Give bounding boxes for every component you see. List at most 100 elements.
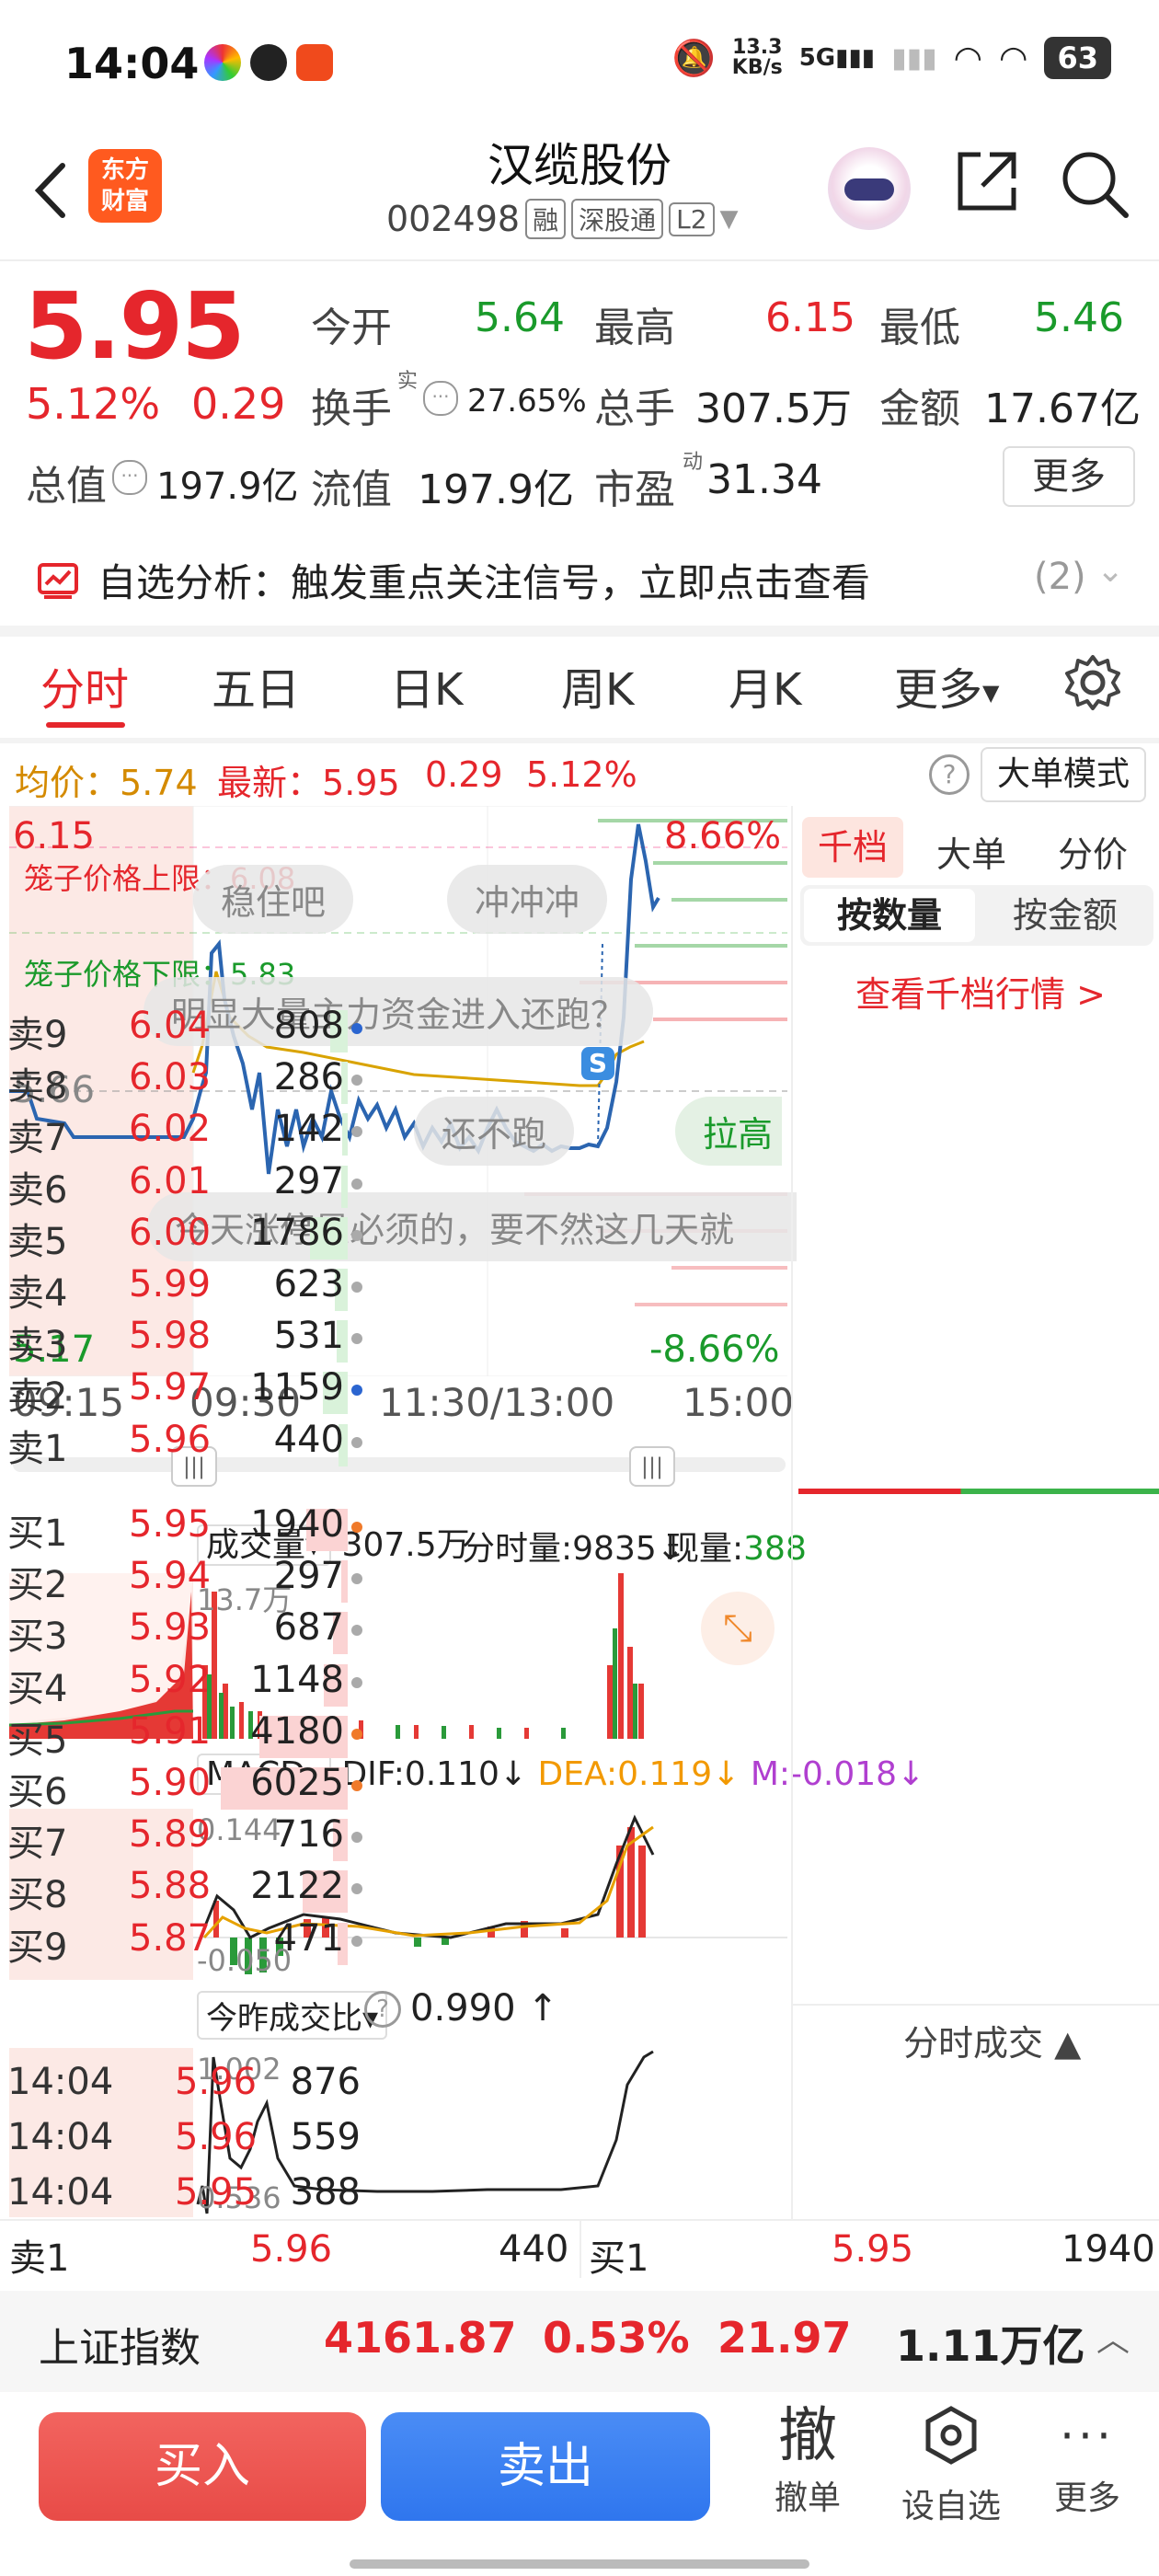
level-price: 5.99 — [129, 1263, 212, 1305]
buy-level-row[interactable]: 买9 5.87 471 — [0, 1917, 368, 1969]
level-volume: 6025 — [250, 1762, 344, 1804]
order-dot-icon — [351, 1385, 362, 1397]
help-icon[interactable]: ? — [364, 1991, 401, 2028]
ratio-selector[interactable]: 今昨成交比▾ — [197, 1991, 388, 2040]
tab-five-day[interactable]: 五日 — [212, 653, 300, 718]
app-pinwheel-icon — [204, 44, 241, 81]
level-label: 买4 — [7, 1667, 68, 1710]
order-dot-icon — [351, 1573, 362, 1585]
sell-level-row[interactable]: 卖9 6.04 808 — [0, 1005, 368, 1056]
level-label: 买5 — [7, 1719, 68, 1762]
sell-level-row[interactable]: 卖3 5.98 531 — [0, 1315, 368, 1366]
best-sell-price: 5.96 — [250, 2228, 333, 2271]
range-slider-right-handle[interactable]: ||| — [629, 1446, 675, 1487]
subtab-by-amount[interactable]: 按金额 — [981, 889, 1150, 942]
share-icon[interactable] — [953, 147, 1021, 215]
tab-more[interactable]: 更多▼ — [894, 653, 999, 718]
cancel-order-button[interactable]: 撤 撤单 — [752, 2401, 863, 2519]
tab-monthly-k[interactable]: 月K — [729, 653, 801, 718]
level-volume: 1148 — [250, 1658, 344, 1701]
buy-level-row[interactable]: 买2 5.94 297 — [0, 1555, 368, 1606]
current-price: 5.95 — [24, 272, 246, 380]
buy-level-row[interactable]: 买8 5.88 2122 — [0, 1865, 368, 1916]
divider — [793, 2004, 1159, 2006]
more-actions-button[interactable]: ··· 更多 — [1032, 2401, 1142, 2519]
sell-button[interactable]: 卖出 — [381, 2412, 710, 2521]
level-label: 卖2 — [7, 1375, 68, 1419]
big-order-mode-button[interactable]: 大单模式 — [981, 747, 1146, 802]
comment-bubble[interactable]: 拉高 — [675, 1097, 783, 1166]
buy-level-row[interactable]: 买5 5.91 4180 — [0, 1710, 368, 1762]
signal-bars-icon: ▮▮▮ — [891, 41, 937, 75]
buy-level-row[interactable]: 买4 5.92 1148 — [0, 1659, 368, 1710]
more-button[interactable]: 更多 — [1003, 446, 1135, 507]
wifi-icon-2: ◠ — [999, 39, 1028, 77]
tag-l2: L2 — [669, 201, 715, 236]
tab-big-order[interactable]: 大单 — [936, 826, 1006, 877]
buy-level-row[interactable]: 买6 5.90 6025 — [0, 1762, 368, 1813]
macd-m: M:-0.018↓ — [750, 1755, 925, 1793]
net-speed: 13.3 KB/s — [731, 36, 783, 79]
home-indicator — [350, 2559, 809, 2569]
level-price: 6.02 — [129, 1108, 212, 1151]
buy-level-row[interactable]: 买7 5.89 716 — [0, 1813, 368, 1865]
analysis-banner[interactable]: 自选分析：触发重点关注信号，立即点击查看 — [37, 552, 870, 608]
sell-level-row[interactable]: 卖7 6.02 142 — [0, 1108, 368, 1159]
volume-value: 307.5万 — [695, 385, 852, 432]
add-watchlist-button[interactable]: 设自选 — [896, 2401, 1006, 2527]
level-label: 卖9 — [7, 1014, 68, 1056]
tab-price-distribution[interactable]: 分价 — [1058, 826, 1128, 877]
robot-assistant-icon[interactable] — [828, 147, 911, 230]
cancel-order-label: 撤单 — [774, 2479, 841, 2517]
mktcap-label: 总值 — [26, 463, 107, 510]
index-ticker-bar[interactable]: 上证指数 4161.87 0.53% 21.97 1.11万亿 ︿ — [0, 2291, 1159, 2392]
sell-level-row[interactable]: 卖8 6.03 286 — [0, 1056, 368, 1108]
tab-daily-k[interactable]: 日K — [390, 653, 463, 718]
sell-level-row[interactable]: 卖6 6.01 297 — [0, 1160, 368, 1212]
orderbook-subtabs: 按数量 按金额 — [800, 885, 1153, 946]
level-volume: 297 — [273, 1159, 344, 1202]
info-dots-icon[interactable]: ··· — [112, 460, 147, 495]
pe-sup: 动 — [683, 451, 704, 474]
subtab-by-quantity[interactable]: 按数量 — [804, 889, 975, 942]
open-value: 5.64 — [475, 294, 565, 341]
signal-badge[interactable]: S — [581, 1047, 614, 1080]
level-label: 卖6 — [7, 1168, 68, 1212]
gear-icon[interactable] — [1063, 653, 1122, 712]
buy-level-row[interactable]: 买3 5.93 687 — [0, 1606, 368, 1658]
tick-volume: 559 — [290, 2116, 361, 2158]
buy-level-row[interactable]: 买1 5.95 1940 — [0, 1503, 368, 1555]
level-volume: 440 — [273, 1418, 344, 1461]
sell-level-row[interactable]: 卖5 6.00 1786 — [0, 1212, 368, 1263]
view-depth-link[interactable]: 查看千档行情 > — [855, 966, 1106, 1017]
level-volume: 623 — [273, 1263, 344, 1305]
comment-bubble[interactable]: 还不跑 — [414, 1097, 575, 1166]
mute-icon: 🔕 — [671, 37, 716, 78]
sell-level-row[interactable]: 卖2 5.97 1159 — [0, 1366, 368, 1418]
chevron-up-icon[interactable]: ︿ — [1096, 2313, 1130, 2361]
buy-button[interactable]: 买入 — [39, 2412, 366, 2521]
float-label: 流值 — [311, 466, 392, 513]
sell-level-row[interactable]: 卖1 5.96 440 — [0, 1419, 368, 1470]
comment-bubble[interactable]: 稳住吧 — [193, 865, 354, 934]
index-name: 上证指数 — [39, 2325, 201, 2372]
expand-icon[interactable]: ⤡ — [701, 1592, 775, 1665]
tab-intraday[interactable]: 分时 — [40, 653, 129, 718]
tab-thousand-level[interactable]: 千档 — [802, 817, 903, 878]
open-label: 今开 — [311, 305, 392, 351]
sell-level-row[interactable]: 卖4 5.99 623 — [0, 1263, 368, 1315]
ticks-title[interactable]: 分时成交 ▲ — [903, 2015, 1081, 2065]
index-change: 21.97 — [717, 2313, 852, 2363]
comment-bubble[interactable]: 冲冲冲 — [447, 865, 608, 934]
order-dot-icon — [351, 1522, 362, 1533]
info-dots-icon[interactable]: ··· — [423, 381, 458, 416]
chevron-down-icon[interactable]: ▼ — [720, 205, 739, 233]
help-icon[interactable]: ? — [929, 754, 970, 795]
chevron-down-icon[interactable]: ⌄ — [1096, 552, 1124, 590]
tab-weekly-k[interactable]: 周K — [561, 653, 634, 718]
tick-volume: 876 — [290, 2061, 361, 2103]
level-volume: 142 — [273, 1108, 344, 1151]
latest-label: 最新： — [217, 763, 323, 803]
tick-price: 5.96 — [175, 2116, 258, 2158]
search-icon[interactable] — [1058, 147, 1131, 221]
